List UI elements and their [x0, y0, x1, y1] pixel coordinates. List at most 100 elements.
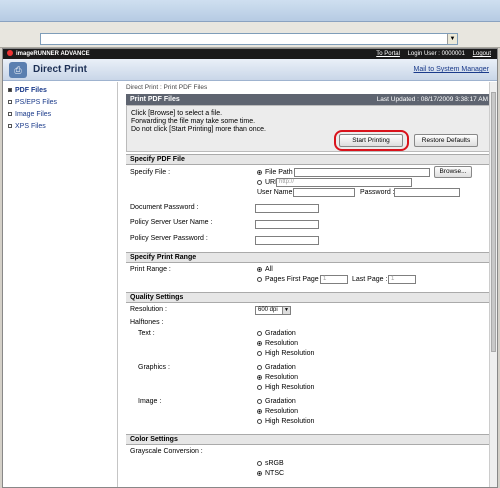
- chevron-down-icon[interactable]: ▼: [447, 34, 457, 44]
- instructions-panel: Click [Browse] to select a file. Forward…: [126, 105, 492, 152]
- mail-system-manager-link[interactable]: Mail to System Manager: [414, 66, 489, 73]
- url-input[interactable]: http://: [276, 178, 412, 187]
- option-label: Gradation: [265, 330, 296, 337]
- first-page-input[interactable]: 1: [320, 275, 348, 284]
- last-updated: Last Updated : 08/17/2009 3:38:17 AM: [376, 96, 488, 103]
- image-high-resolution-option[interactable]: High Resolution: [257, 417, 314, 427]
- text-gradation-option[interactable]: Gradation: [257, 329, 296, 339]
- all-label: All: [265, 266, 273, 273]
- brand-logo: imageRUNNER ADVANCE: [7, 49, 90, 59]
- title-bar: ⎙ Direct Print Mail to System Manager: [3, 59, 497, 81]
- specify-file-label: Specify File :: [130, 169, 171, 176]
- radio-icon[interactable]: [257, 266, 262, 272]
- graphics-high-resolution-option[interactable]: High Resolution: [257, 383, 314, 393]
- option-label: Resolution: [265, 374, 299, 381]
- image-resolution-option[interactable]: Resolution: [257, 407, 298, 417]
- sidebar-item-label: PS/EPS Files: [15, 99, 58, 106]
- bullet-icon: [8, 88, 12, 92]
- sidebar-item-pdf-files[interactable]: PDF Files: [3, 85, 117, 97]
- color-settings-heading: Color Settings: [126, 434, 492, 445]
- radio-icon[interactable]: [257, 364, 262, 370]
- graphics-label: Graphics :: [138, 364, 170, 371]
- sidebar-item-ps-eps-files[interactable]: PS/EPS Files: [3, 97, 117, 109]
- radio-icon[interactable]: [257, 169, 262, 175]
- radio-icon[interactable]: [257, 470, 262, 476]
- option-label: Gradation: [265, 398, 296, 405]
- brand-bar: imageRUNNER ADVANCE To Portal Login User…: [3, 49, 497, 59]
- logout-link[interactable]: Logout: [473, 51, 491, 57]
- radio-icon[interactable]: [257, 418, 262, 424]
- password-input[interactable]: [394, 188, 460, 197]
- radio-icon[interactable]: [257, 398, 262, 404]
- option-label: High Resolution: [265, 384, 315, 391]
- sidebar-item-label: PDF Files: [15, 87, 47, 94]
- login-user-label: Login User : 0000001: [407, 51, 465, 57]
- quality-heading: Quality Settings: [126, 292, 492, 303]
- resolution-value: 600 dpi: [258, 307, 278, 313]
- file-path-option[interactable]: File Path: [257, 168, 293, 178]
- option-label: Resolution: [265, 340, 299, 347]
- brand-name: imageRUNNER ADVANCE: [16, 51, 90, 57]
- sidebar-item-xps-files[interactable]: XPS Files: [3, 121, 117, 133]
- radio-icon[interactable]: [257, 340, 262, 346]
- radio-icon[interactable]: [257, 384, 262, 390]
- start-printing-button[interactable]: Start Printing: [339, 134, 403, 147]
- instruction-line: Forwarding the file may take some time.: [131, 118, 256, 125]
- scrollbar[interactable]: [489, 82, 497, 487]
- chevron-down-icon[interactable]: ▼: [282, 307, 290, 314]
- srgb-option[interactable]: sRGB: [257, 459, 284, 469]
- radio-icon[interactable]: [257, 350, 262, 356]
- graphics-gradation-option[interactable]: Gradation: [257, 363, 296, 373]
- radio-icon[interactable]: [257, 374, 262, 380]
- option-label: Resolution: [265, 408, 299, 415]
- resolution-label: Resolution :: [130, 306, 167, 313]
- scrollbar-thumb[interactable]: [491, 92, 496, 352]
- all-option[interactable]: All: [257, 265, 273, 275]
- password-label: Password :: [360, 189, 395, 196]
- printer-icon: ⎙: [9, 62, 27, 78]
- policy-user-input[interactable]: [255, 220, 319, 229]
- browser-toolbar: [0, 0, 500, 22]
- user-name-label: User Name :: [257, 189, 297, 196]
- resolution-select[interactable]: 600 dpi ▼: [255, 306, 291, 315]
- breadcrumb: Direct Print : Print PDF Files: [126, 84, 208, 91]
- user-name-input[interactable]: [293, 188, 355, 197]
- radio-icon[interactable]: [257, 179, 262, 185]
- page-title: Direct Print: [33, 64, 87, 75]
- restore-defaults-button[interactable]: Restore Defaults: [414, 134, 478, 147]
- radio-icon[interactable]: [257, 408, 262, 414]
- sidebar: PDF Files PS/EPS Files Image Files XPS F…: [3, 82, 118, 487]
- document-password-input[interactable]: [255, 204, 319, 213]
- pages-first-label: Pages First Page :: [265, 276, 323, 283]
- document-password-label: Document Password :: [130, 204, 199, 211]
- text-label: Text :: [138, 330, 155, 337]
- graphics-resolution-option[interactable]: Resolution: [257, 373, 298, 383]
- instruction-line: Do not click [Start Printing] more than …: [131, 126, 267, 133]
- radio-icon[interactable]: [257, 460, 262, 466]
- address-input[interactable]: ▼: [40, 33, 458, 45]
- grayscale-label: Grayscale Conversion :: [130, 448, 203, 455]
- option-label: NTSC: [265, 470, 285, 477]
- pages-option[interactable]: Pages First Page :: [257, 275, 323, 285]
- to-portal-link[interactable]: To Portal: [376, 51, 400, 57]
- file-path-input[interactable]: [294, 168, 430, 177]
- last-page-input[interactable]: 1: [388, 275, 416, 284]
- last-page-label: Last Page :: [352, 276, 388, 283]
- policy-password-input[interactable]: [255, 236, 319, 245]
- ntsc-option[interactable]: NTSC: [257, 469, 284, 479]
- bullet-icon: [8, 124, 12, 128]
- radio-icon[interactable]: [257, 330, 262, 336]
- text-resolution-option[interactable]: Resolution: [257, 339, 298, 349]
- radio-icon[interactable]: [257, 276, 262, 282]
- image-gradation-option[interactable]: Gradation: [257, 397, 296, 407]
- section-header: Print PDF Files Last Updated : 08/17/200…: [126, 94, 492, 105]
- sidebar-item-image-files[interactable]: Image Files: [3, 109, 117, 121]
- option-label: sRGB: [265, 460, 284, 467]
- browse-button[interactable]: Browse...: [434, 166, 472, 178]
- instruction-line: Click [Browse] to select a file.: [131, 110, 223, 117]
- sidebar-item-label: Image Files: [15, 111, 52, 118]
- canon-logo-icon: [7, 50, 13, 56]
- image-label: Image :: [138, 398, 162, 405]
- text-high-resolution-option[interactable]: High Resolution: [257, 349, 314, 359]
- sidebar-item-label: XPS Files: [15, 123, 46, 130]
